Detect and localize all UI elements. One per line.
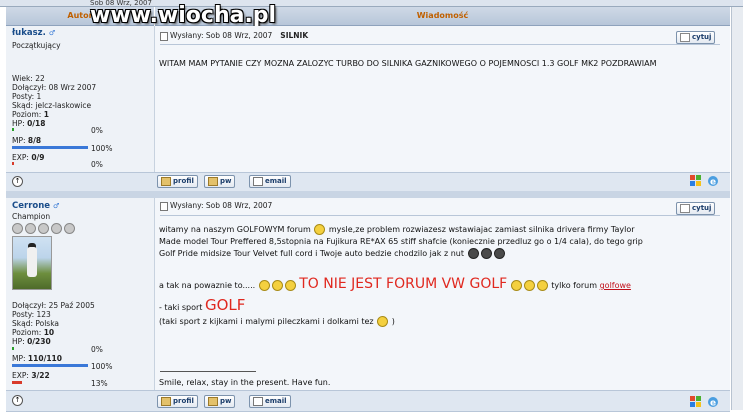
post1-mp: MP: 8/8 xyxy=(12,136,42,145)
smile-emoticon-icon xyxy=(377,316,389,327)
post2-exp-bar xyxy=(12,381,22,384)
email-icon xyxy=(253,396,263,406)
post2-body-line3: Golf Pride midsize Tour Velvet full cord… xyxy=(159,248,506,259)
vertical-scrollbar[interactable] xyxy=(731,7,743,410)
post1-message-panel xyxy=(155,26,730,172)
post2-exp: EXP: 3/22 xyxy=(12,371,50,380)
exclaim-emoticon-icon xyxy=(258,280,270,291)
cool-emoticon-icon xyxy=(467,248,479,259)
signature-rule xyxy=(160,371,256,372)
post1-post-count: Posty: 1 xyxy=(12,92,42,101)
post1-quote-button[interactable]: cytuj xyxy=(676,31,716,44)
site-watermark-logo: www.wiocha.pl xyxy=(90,3,277,28)
profile-icon xyxy=(161,396,171,406)
post1-location: Skąd: jelcz-laskowice xyxy=(12,101,92,110)
post1-joined: Dołączył: 08 Wrz 2007 xyxy=(12,83,97,92)
post2-level: Poziom: 10 xyxy=(12,328,55,337)
post2-email-button[interactable]: email xyxy=(249,395,291,408)
post2-hp-bar xyxy=(12,347,14,350)
svg-text:e: e xyxy=(710,178,716,188)
post2-body-line5: - taki sport GOLF xyxy=(159,296,246,314)
post2-body-line1: witamy na naszym GOLFOWYM forum mysle,ze… xyxy=(159,224,635,235)
post1-mp-pct: 100% xyxy=(91,144,113,153)
post2-post-count: Posty: 123 xyxy=(12,310,51,319)
post2-footer xyxy=(6,390,730,412)
post2-body-line6: (taki sport z kijkami i malymi pileczkam… xyxy=(159,316,395,327)
post2-body-line4: a tak na powaznie to..... TO NIE JEST FO… xyxy=(159,276,631,292)
post1-exp-pct: 0% xyxy=(91,160,103,169)
windows-logo-icon xyxy=(690,396,702,408)
post2-mp-bar xyxy=(12,364,88,367)
post2-header-rule xyxy=(160,215,720,216)
post1-level: Poziom: 1 xyxy=(12,110,49,119)
post1-username[interactable]: łukasz. ♂ xyxy=(12,28,55,38)
post1-profile-button[interactable]: profil xyxy=(157,175,198,188)
quote-icon xyxy=(680,203,690,213)
post2-mp: MP: 110/110 xyxy=(12,354,62,363)
post2-signature: Smile, relax, stay in the present. Have … xyxy=(159,378,331,387)
shout-text: TO NIE JEST FORUM VW GOLF xyxy=(299,276,508,292)
post1-hp: HP: 0/18 xyxy=(12,119,46,128)
post2-profile-button[interactable]: profil xyxy=(157,395,198,408)
exclaim-emoticon-icon xyxy=(510,280,522,291)
post1-exp-bar xyxy=(12,162,14,165)
forum-page: Sob 08 Wrz, 2007 Autor Wiadomość www.wio… xyxy=(0,0,743,412)
post2-rank: Champion xyxy=(12,212,51,221)
post-separator xyxy=(6,191,730,198)
cool-emoticon-icon xyxy=(480,248,492,259)
quote-icon xyxy=(680,32,690,42)
post1-rank: Początkujący xyxy=(12,41,61,50)
email-icon xyxy=(253,176,263,186)
post1-mp-bar xyxy=(12,146,88,149)
post2-location: Skąd: Polska xyxy=(12,319,60,328)
post1-subject: SILNIK xyxy=(280,31,309,40)
ie-browser-icon: e xyxy=(707,396,719,409)
exclaim-emoticon-icon xyxy=(271,280,283,291)
post1-email-button[interactable]: email xyxy=(249,175,291,188)
post1-body: WITAM MAM PYTANIE CZY MOZNA ZALOZYC TURB… xyxy=(159,59,657,68)
smile-emoticon-icon xyxy=(314,224,326,235)
post2-quote-button[interactable]: cytuj xyxy=(676,202,716,215)
post1-age: Wiek: 22 xyxy=(12,74,45,83)
profile-icon xyxy=(161,176,171,186)
post2-username[interactable]: Cerrone ♂ xyxy=(12,201,59,211)
post2-pm-button[interactable]: pw xyxy=(204,395,236,408)
post1-header: Wysłany: Sob 08 Wrz, 2007 SILNIK xyxy=(160,31,308,41)
pm-icon xyxy=(208,176,218,186)
ie-browser-icon: e xyxy=(707,175,719,188)
post2-avatar xyxy=(12,236,52,290)
post2-exp-pct: 13% xyxy=(91,379,108,388)
post1-hp-pct: 0% xyxy=(91,126,103,135)
svg-text:e: e xyxy=(710,399,716,409)
post1-exp: EXP: 0/9 xyxy=(12,153,45,162)
post2-rank-stars xyxy=(12,223,77,236)
post-doc-icon xyxy=(160,31,168,41)
post2-hp-pct: 0% xyxy=(91,345,103,354)
exclaim-emoticon-icon xyxy=(523,280,535,291)
pm-icon xyxy=(208,396,218,406)
post-doc-icon xyxy=(160,201,168,211)
post1-pm-button[interactable]: pw xyxy=(204,175,236,188)
exclaim-emoticon-icon xyxy=(536,280,548,291)
golfowe-link[interactable]: golfowe xyxy=(600,281,631,290)
golf-shout-text: GOLF xyxy=(204,296,246,314)
post1-hp-bar xyxy=(12,128,14,131)
windows-logo-icon xyxy=(690,175,702,187)
back-to-top-icon[interactable]: ↑ xyxy=(12,176,23,187)
exclaim-emoticon-icon xyxy=(284,280,296,291)
back-to-top-icon[interactable]: ↑ xyxy=(12,395,23,406)
post2-body-line2: Made model Tour Preffered 8,5stopnia na … xyxy=(159,237,643,246)
post2-header: Wysłany: Sob 08 Wrz, 2007 xyxy=(160,201,272,211)
post1-footer xyxy=(6,172,730,192)
post1-header-rule xyxy=(160,44,720,45)
post2-hp: HP: 0/230 xyxy=(12,337,51,346)
cool-emoticon-icon xyxy=(493,248,505,259)
post2-mp-pct: 100% xyxy=(91,362,113,371)
post2-joined: Dołączył: 25 Paź 2005 xyxy=(12,301,95,310)
